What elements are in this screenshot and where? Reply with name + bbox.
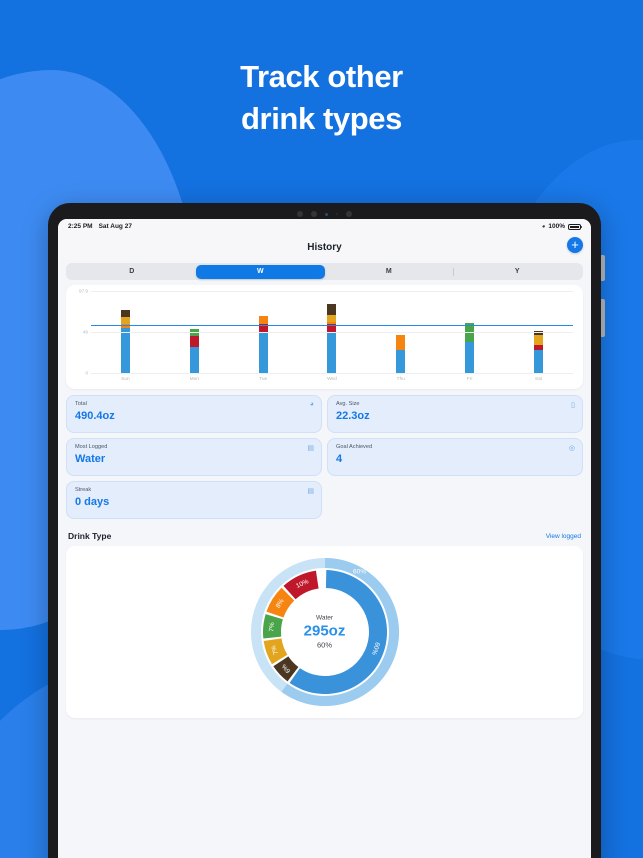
- drink-type-donut-card: 60% 6% 7% 7% 8% 10% 60% Water 295oz 60%: [66, 546, 583, 718]
- stat-label: Avg. Size: [336, 401, 360, 407]
- y-axis-tick: 97.9: [79, 288, 88, 294]
- stat-label: Goal Achieved: [336, 444, 373, 450]
- donut-segment-label: 7%: [268, 622, 276, 632]
- x-axis-label: Mon: [189, 377, 199, 382]
- bottle-icon: ▯: [571, 402, 575, 409]
- headline-line-1: Track other: [240, 59, 403, 94]
- x-axis-label: Sun: [121, 377, 130, 382]
- plus-icon: +: [571, 236, 579, 252]
- camera-lens-icon: [311, 211, 317, 217]
- medal-icon: ◎: [568, 445, 575, 452]
- camera-lens-icon: [346, 211, 352, 217]
- promo-headline: Track other drink types: [0, 56, 643, 140]
- y-axis-tick: 49: [82, 329, 88, 335]
- chart-plot-area: [91, 291, 573, 373]
- pie-chart-icon: ◕: [309, 401, 314, 408]
- stat-value: Water: [75, 453, 106, 465]
- sensor-icon: [325, 212, 328, 216]
- stat-label: Total: [75, 401, 87, 407]
- donut-chart[interactable]: 60%6%7%7%8%10%60%: [237, 552, 413, 712]
- donut-outer-ring-label: 60%: [352, 569, 365, 576]
- stat-card-goal-achieved[interactable]: Goal Achieved 4 ◎: [327, 438, 583, 476]
- camera-array: [48, 209, 601, 219]
- segment-d[interactable]: D: [68, 265, 197, 279]
- chart-gridline: [91, 331, 573, 333]
- power-button[interactable]: [601, 299, 605, 337]
- status-date: Sat Aug 27: [98, 223, 132, 230]
- bar-segment: [396, 349, 406, 373]
- status-bar: 2:25 PM Sat Aug 27 ◕ 100%: [58, 219, 591, 234]
- drink-list-grid: [66, 724, 583, 732]
- status-time: 2:25 PM: [68, 223, 93, 230]
- scroll-content: DWMY 97.9 49 0 Sun Mon Tue Wed Thu Fri Sat Total…: [58, 260, 591, 732]
- bar-segment: [258, 316, 268, 325]
- bar-segment: [120, 327, 130, 373]
- bar-segment: [189, 347, 199, 373]
- segment-m[interactable]: M: [325, 265, 454, 279]
- stat-card-most-logged[interactable]: Most Logged Water ▤: [66, 438, 322, 476]
- stat-value: 22.3oz: [336, 410, 370, 422]
- volume-button[interactable]: [601, 255, 605, 281]
- calendar-icon: ▤: [307, 445, 314, 452]
- bar-segment: [258, 331, 268, 373]
- tablet-screen: 2:25 PM Sat Aug 27 ◕ 100% History + DWMY…: [58, 219, 591, 858]
- stat-value: 0 days: [75, 496, 110, 508]
- headline-line-2: drink types: [241, 100, 402, 136]
- wifi-icon: ◕: [541, 223, 546, 230]
- camera-lens-icon: [297, 211, 303, 217]
- average-goal-line: [91, 324, 573, 327]
- x-axis-label: Fri: [466, 377, 473, 382]
- tablet-device-frame: 2:25 PM Sat Aug 27 ◕ 100% History + DWMY…: [48, 203, 605, 858]
- segment-w[interactable]: W: [196, 264, 325, 279]
- drink-type-section-header: Drink Type View logged: [68, 531, 581, 541]
- bar-chart: 97.9 49 0 Sun Mon Tue Wed Thu Fri Sat: [74, 288, 575, 385]
- stat-label: Streak: [75, 487, 92, 493]
- stat-value: 4: [336, 453, 343, 465]
- battery-icon: [568, 223, 582, 230]
- bar-segment: [533, 335, 543, 345]
- calendar-icon: ▤: [307, 488, 314, 495]
- history-bar-chart-card: 97.9 49 0 Sun Mon Tue Wed Thu Fri Sat: [66, 285, 583, 389]
- stat-card-streak[interactable]: Streak 0 days ▤: [66, 481, 322, 519]
- stat-card-total[interactable]: Total 490.4oz ◕: [66, 395, 322, 433]
- y-axis-tick: 0: [85, 370, 88, 376]
- bar-segment: [120, 310, 130, 318]
- stat-value: 490.4oz: [75, 410, 115, 422]
- battery-percent: 100%: [548, 223, 565, 230]
- bar-segment: [396, 335, 406, 350]
- chart-x-axis: Sun Mon Tue Wed Thu Fri Sat: [91, 373, 573, 385]
- chart-y-axis: 97.9 49 0: [74, 288, 90, 385]
- bar-segment: [327, 303, 337, 316]
- summary-stats-grid: Total 490.4oz ◕ Avg. Size 22.3oz ▯ Most Logged…: [66, 395, 583, 519]
- nav-bar: History +: [58, 234, 591, 260]
- stat-label: Most Logged: [75, 444, 108, 450]
- section-title: Drink Type: [68, 531, 112, 541]
- bar-segment: [120, 317, 130, 325]
- x-axis-label: Tue: [259, 377, 268, 382]
- x-axis-label: Thu: [396, 377, 405, 382]
- x-axis-label: Wed: [327, 377, 337, 382]
- bar-segment: [465, 342, 475, 373]
- period-segmented-control[interactable]: DWMY: [66, 263, 583, 280]
- bar-segment: [327, 331, 337, 373]
- segment-y[interactable]: Y: [453, 265, 582, 279]
- bar-segment: [189, 335, 199, 348]
- view-logged-link[interactable]: View logged: [546, 533, 581, 540]
- page-title: History: [307, 241, 342, 253]
- chart-gridline: [91, 291, 573, 292]
- bar-segment: [533, 349, 543, 373]
- sensor-icon: [336, 213, 338, 215]
- x-axis-label: Sat: [534, 377, 543, 382]
- bar-segment: [327, 315, 337, 323]
- add-entry-button[interactable]: +: [567, 237, 583, 253]
- stat-card-avg-size[interactable]: Avg. Size 22.3oz ▯: [327, 395, 583, 433]
